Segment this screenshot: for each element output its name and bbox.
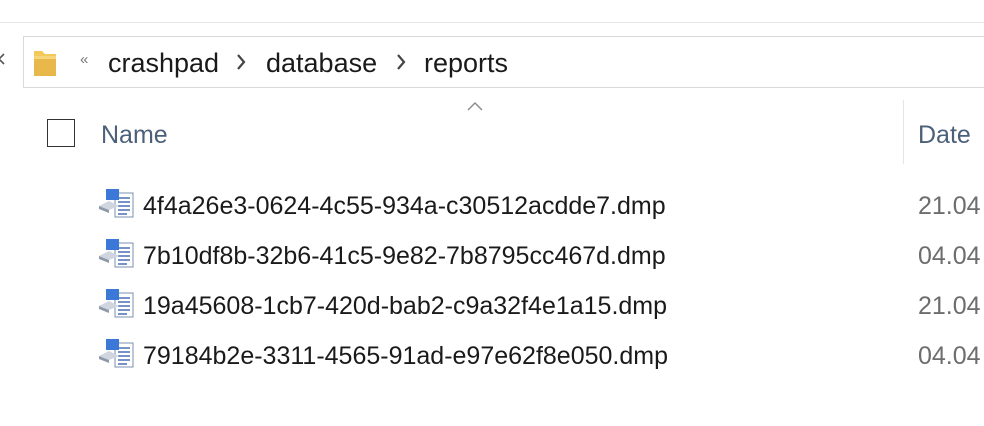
file-date: 21.04	[918, 292, 981, 320]
breadcrumb-item-database[interactable]: database	[266, 48, 377, 78]
file-date: 04.04	[918, 342, 981, 370]
breadcrumb-item-reports[interactable]: reports	[424, 48, 508, 78]
file-name[interactable]: 19a45608-1cb7-420d-bab2-c9a32f4e1a15.dmp	[143, 291, 667, 321]
breadcrumb-item-crashpad[interactable]: crashpad	[108, 48, 219, 78]
dump-file-icon	[97, 286, 137, 329]
dump-file-icon	[97, 186, 137, 229]
folder-icon	[32, 46, 58, 85]
file-date: 04.04	[918, 242, 981, 270]
column-header-name[interactable]: Name	[101, 120, 168, 150]
dump-file-icon	[97, 336, 137, 379]
file-name[interactable]: 7b10df8b-32b6-41c5-9e82-7b8795cc467d.dmp	[143, 241, 666, 271]
dump-file-icon	[97, 236, 137, 279]
file-row[interactable]: 7b10df8b-32b6-41c5-9e82-7b8795cc467d.dmp…	[0, 230, 984, 280]
column-divider[interactable]	[903, 100, 904, 164]
file-name[interactable]: 4f4a26e3-0624-4c55-934a-c30512acdde7.dmp	[143, 191, 666, 221]
chevron-right-icon[interactable]	[396, 53, 406, 76]
select-all-checkbox[interactable]	[47, 119, 75, 147]
address-bar[interactable]: « crashpad database reports	[23, 36, 984, 88]
file-row[interactable]: 19a45608-1cb7-420d-bab2-c9a32f4e1a15.dmp…	[0, 280, 984, 330]
chevron-right-icon[interactable]	[236, 53, 246, 76]
file-name[interactable]: 79184b2e-3311-4565-91ad-e97e62f8e050.dmp	[143, 341, 668, 371]
back-scroll-icon[interactable]	[0, 52, 6, 68]
file-row[interactable]: 79184b2e-3311-4565-91ad-e97e62f8e050.dmp…	[0, 330, 984, 380]
column-header-row: Name Date	[0, 90, 984, 170]
column-header-date[interactable]: Date	[918, 120, 971, 150]
sort-ascending-icon	[466, 98, 484, 116]
file-row[interactable]: 4f4a26e3-0624-4c55-934a-c30512acdde7.dmp…	[0, 180, 984, 230]
toolbar-strip	[0, 0, 984, 23]
breadcrumb-overflow-icon[interactable]: «	[80, 51, 88, 68]
file-date: 21.04	[918, 192, 981, 220]
